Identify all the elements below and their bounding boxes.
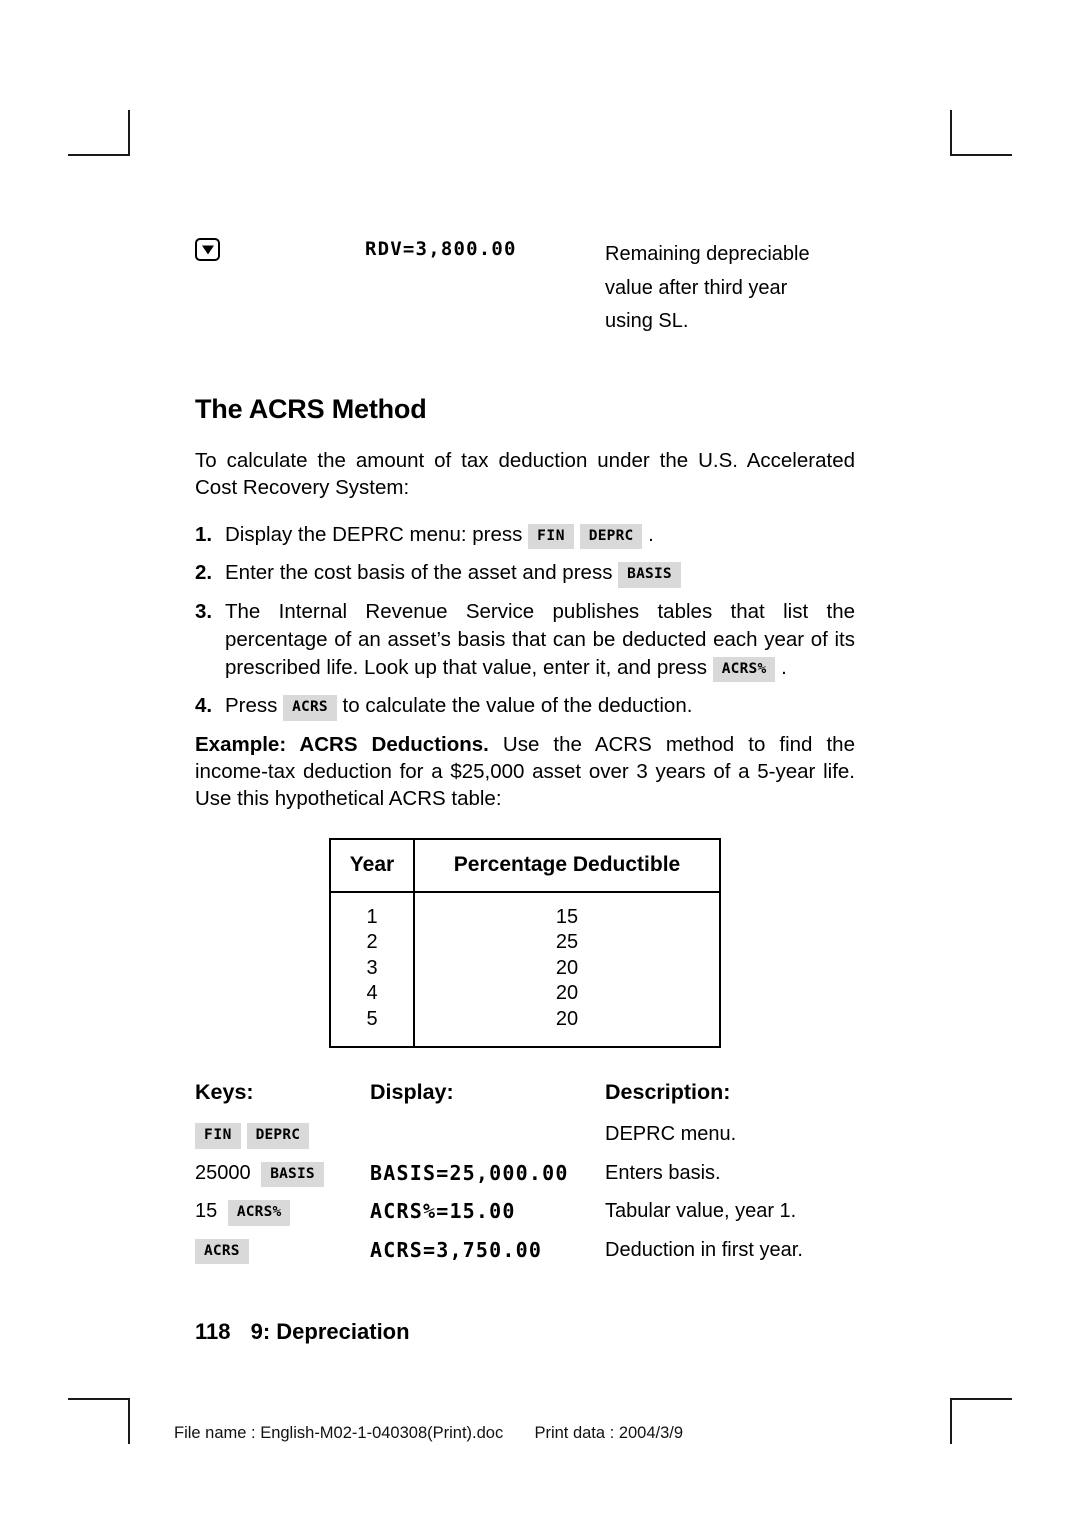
keystroke-keys-cell: 25000 BASIS bbox=[195, 1160, 370, 1199]
keystroke-description-cell: DEPRC menu. bbox=[605, 1123, 737, 1145]
step-item: 4. Press ACRS to calculate the value of … bbox=[195, 692, 855, 721]
cell-percentage: 20 bbox=[555, 956, 579, 979]
file-name-label: File name : English-M02-1-040308(Print).… bbox=[174, 1424, 504, 1442]
keystroke-display-cell: ACRS%=15.00 bbox=[370, 1199, 516, 1223]
page-content: RDV=3,800.00 Remaining depreciable value… bbox=[195, 236, 855, 1345]
cell-year: 5 bbox=[330, 1006, 415, 1047]
keystroke-keys-cell: FIN DEPRC bbox=[195, 1121, 370, 1160]
section-intro: To calculate the amount of tax deduction… bbox=[195, 448, 855, 499]
table-row: 4 20 bbox=[330, 981, 720, 1007]
keystroke-display-cell bbox=[370, 1121, 605, 1160]
chapter-title: 9: Depreciation bbox=[250, 1319, 410, 1344]
keystroke-example-table: Keys: Display: Description: FIN DEPRC DE… bbox=[195, 1080, 855, 1275]
table-row: 3 20 bbox=[330, 955, 720, 981]
key-acrs[interactable]: ACRS bbox=[195, 1238, 249, 1264]
step-item: 1. Display the DEPRC menu: press FIN DEP… bbox=[195, 521, 855, 549]
print-production-info: File name : English-M02-1-040308(Print).… bbox=[174, 1424, 683, 1443]
keystroke-display-cell: ACRS=3,750.00 bbox=[370, 1237, 543, 1262]
step-text-tail: to calculate the value of the deduction. bbox=[342, 694, 693, 717]
page-footer: 118 9: Depreciation bbox=[195, 1319, 855, 1345]
acrs-percentage-table: Year Percentage Deductible 1 15 2 25 3 2… bbox=[329, 837, 721, 1048]
keystroke-description-cell: Deduction in first year. bbox=[605, 1238, 803, 1261]
key-deprc[interactable]: DEPRC bbox=[246, 1123, 310, 1149]
column-header-display: Display: bbox=[370, 1080, 454, 1104]
step-text-tail: . bbox=[648, 522, 654, 546]
cell-percentage: 25 bbox=[555, 931, 579, 953]
keys-column-cell bbox=[195, 236, 365, 261]
cell-percentage: 20 bbox=[555, 1007, 579, 1030]
step-text: Display the DEPRC menu: press bbox=[225, 522, 523, 546]
key-basis[interactable]: BASIS bbox=[618, 562, 681, 588]
cell-year: 3 bbox=[330, 955, 415, 981]
crop-mark-top-right bbox=[950, 110, 1012, 156]
print-date-label: Print data : 2004/3/9 bbox=[534, 1424, 684, 1442]
display-value: RDV=3,800.00 bbox=[365, 238, 517, 260]
key-deprc[interactable]: DEPRC bbox=[579, 523, 643, 549]
crop-mark-bottom-right bbox=[950, 1398, 1012, 1444]
description-line: using SL. bbox=[605, 310, 689, 332]
step-number: 3. bbox=[195, 599, 213, 623]
table-row: 2 25 bbox=[330, 930, 720, 956]
description-line: Remaining depreciable bbox=[605, 243, 810, 265]
keystroke-entry-value: 25000 bbox=[195, 1161, 251, 1184]
table-row: 5 20 bbox=[330, 1006, 720, 1047]
keystroke-description-cell: Tabular value, year 1. bbox=[605, 1200, 797, 1222]
key-acrs[interactable]: ACRS bbox=[283, 695, 337, 721]
cell-percentage: 20 bbox=[555, 982, 579, 1004]
step-item: 2. Enter the cost basis of the asset and… bbox=[195, 559, 855, 588]
example-paragraph: Example: ACRS Deductions. Use the ACRS m… bbox=[195, 731, 855, 812]
display-example-row: RDV=3,800.00 Remaining depreciable value… bbox=[195, 236, 855, 339]
step-item: 3. The Internal Revenue Service publishe… bbox=[195, 598, 855, 682]
cell-year: 2 bbox=[330, 930, 415, 956]
crop-mark-top-left bbox=[68, 110, 130, 156]
cell-year: 1 bbox=[330, 891, 415, 930]
column-header-keys: Keys: bbox=[195, 1080, 254, 1104]
page-number: 118 bbox=[195, 1319, 231, 1344]
procedure-steps: 1. Display the DEPRC menu: press FIN DEP… bbox=[195, 521, 855, 721]
crop-mark-bottom-left bbox=[68, 1398, 130, 1444]
key-acrs-percent[interactable]: ACRS% bbox=[712, 656, 776, 682]
keystroke-display-cell: BASIS=25,000.00 bbox=[370, 1160, 569, 1185]
key-basis[interactable]: BASIS bbox=[261, 1161, 324, 1187]
step-number: 1. bbox=[195, 522, 213, 546]
key-acrs-percent[interactable]: ACRS% bbox=[227, 1200, 291, 1226]
column-header-year: Year bbox=[330, 838, 415, 893]
display-description: Remaining depreciable value after third … bbox=[605, 236, 855, 339]
step-text: Press bbox=[225, 694, 278, 717]
table-row: 1 15 bbox=[330, 891, 720, 930]
description-line: value after third year bbox=[605, 276, 788, 299]
keystroke-entry-value: 15 bbox=[195, 1200, 218, 1222]
section-title: The ACRS Method bbox=[195, 393, 427, 424]
step-text: Enter the cost basis of the asset and pr… bbox=[225, 561, 613, 584]
cell-percentage: 15 bbox=[555, 905, 579, 928]
down-arrow-key-icon[interactable] bbox=[195, 238, 220, 261]
example-label: Example: ACRS Deductions. bbox=[195, 732, 489, 756]
cell-year: 4 bbox=[330, 981, 415, 1007]
table-header-row: Year Percentage Deductible bbox=[330, 838, 720, 893]
step-text-tail: . bbox=[781, 655, 787, 679]
keystroke-keys-cell: ACRS bbox=[195, 1237, 370, 1276]
key-fin[interactable]: FIN bbox=[195, 1123, 241, 1149]
column-header-description: Description: bbox=[605, 1080, 731, 1104]
keystroke-description-cell: Enters basis. bbox=[605, 1161, 721, 1184]
key-fin[interactable]: FIN bbox=[528, 523, 575, 549]
keystroke-keys-cell: 15 ACRS% bbox=[195, 1198, 370, 1237]
step-number: 4. bbox=[195, 694, 213, 717]
step-number: 2. bbox=[195, 561, 213, 584]
column-header-percentage: Percentage Deductible bbox=[414, 838, 720, 893]
